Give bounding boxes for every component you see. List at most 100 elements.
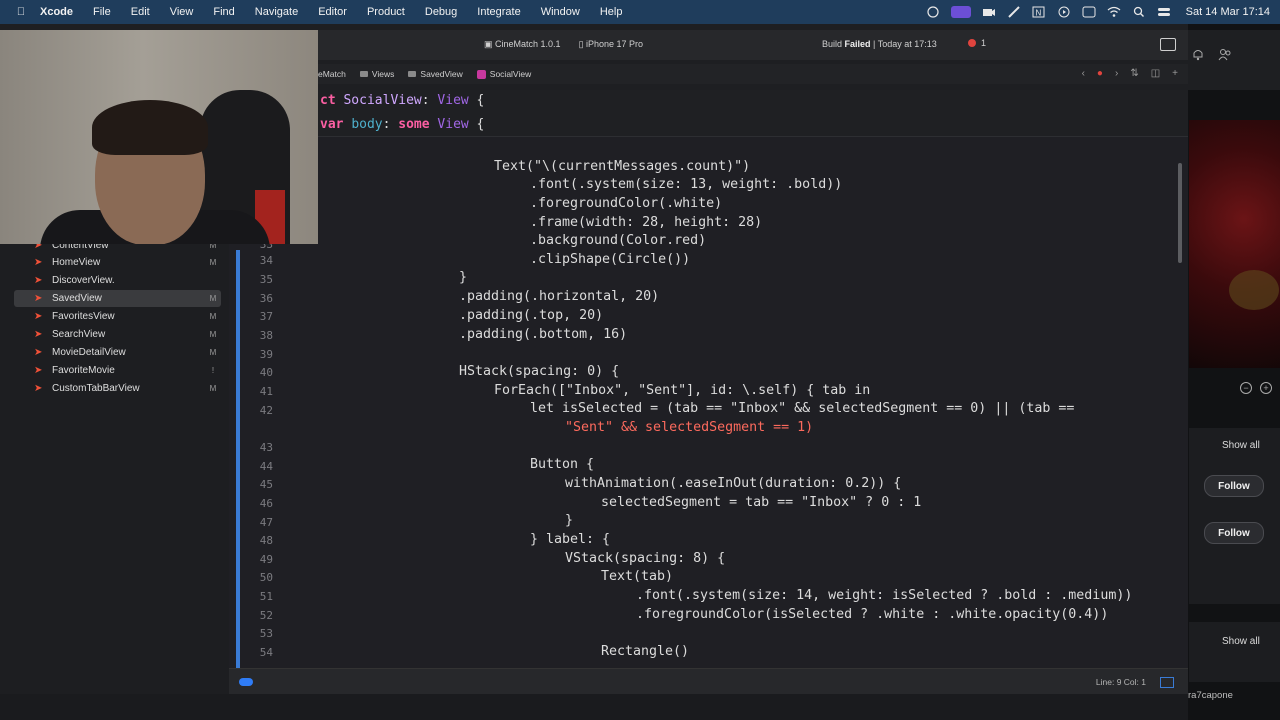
chevron-left-icon[interactable]: ‹ (1082, 68, 1085, 79)
code-line[interactable]: .font(.system(size: 13, weight: .bold)) (530, 177, 842, 192)
code-line[interactable]: .padding(.horizontal, 20) (459, 289, 659, 304)
menu-help[interactable]: Help (600, 6, 623, 18)
menu-app-name[interactable]: Xcode (40, 6, 73, 18)
code-token: SocialView (343, 93, 422, 108)
inspector-toggle-icon[interactable] (1160, 38, 1176, 51)
nav-item-searchview[interactable]: ➤ SearchView M (14, 326, 221, 343)
menu-view[interactable]: View (170, 6, 194, 18)
build-status[interactable]: Build Failed | Today at 17:13 (822, 39, 937, 49)
spotlight-icon[interactable] (1132, 6, 1146, 18)
scheme-selector[interactable]: ▣ CineMatch 1.0.1 ▯ iPhone 17 Pro (484, 39, 643, 50)
menu-debug[interactable]: Debug (425, 6, 457, 18)
code-line[interactable]: withAnimation(.easeInOut(duration: 0.2))… (565, 476, 901, 491)
profile-handle[interactable]: ra7capone (1188, 690, 1233, 701)
code-line[interactable]: "Sent" && selectedSegment == 1) (565, 420, 813, 435)
code-line[interactable]: .foregroundColor(.white) (530, 196, 722, 211)
menu-product[interactable]: Product (367, 6, 405, 18)
pen-icon[interactable] (1007, 6, 1021, 18)
code-line[interactable]: Button { (530, 457, 594, 472)
code-line[interactable]: } (565, 513, 573, 528)
sticky-line-body[interactable]: var body: some View { (320, 117, 484, 132)
menu-find[interactable]: Find (213, 6, 234, 18)
device-label: iPhone 17 Pro (586, 39, 644, 49)
breadcrumb-label: eMatch (318, 69, 346, 79)
menu-clock[interactable]: Sat 14 Mar 17:14 (1186, 6, 1270, 18)
sticky-line-struct[interactable]: ct SocialView: View { (320, 93, 484, 108)
related-items-icon[interactable]: ⇅ (1130, 68, 1138, 79)
code-line[interactable]: .padding(.bottom, 16) (459, 327, 627, 342)
menu-editor[interactable]: Editor (318, 6, 347, 18)
bell-icon[interactable] (1192, 48, 1204, 66)
code-line[interactable]: selectedSegment = tab == "Inbox" ? 0 : 1 (601, 495, 921, 510)
breadcrumb-views[interactable]: Views (359, 69, 394, 79)
follow-button[interactable]: Follow (1204, 475, 1264, 497)
minus-circle-icon[interactable]: − (1240, 382, 1252, 394)
line-number: 49 (259, 553, 273, 566)
line-number: 46 (259, 497, 273, 510)
menu-window[interactable]: Window (541, 6, 580, 18)
code-line[interactable]: let isSelected = (tab == "Inbox" && sele… (530, 401, 1074, 416)
menu-integrate[interactable]: Integrate (477, 6, 520, 18)
debug-area-toggle-icon[interactable] (239, 678, 253, 686)
code-line[interactable]: } (459, 270, 467, 285)
run-destination[interactable]: ▯ iPhone 17 Pro (579, 39, 644, 50)
webcam-overlay (0, 30, 318, 244)
code-line[interactable]: .font(.system(size: 14, weight: isSelect… (636, 588, 1132, 603)
line-number: 54 (259, 646, 273, 659)
code-line[interactable]: Text("\(currentMessages.count)") (494, 159, 750, 174)
sync-icon[interactable] (926, 6, 940, 18)
apple-menu-icon[interactable]:  (14, 6, 28, 18)
code-line[interactable]: .foregroundColor(isSelected ? .white : .… (636, 607, 1108, 622)
show-debug-area-icon[interactable] (1160, 677, 1174, 688)
code-line[interactable]: ForEach(["Inbox", "Sent"], id: \.self) {… (494, 383, 870, 398)
split-editor-icon[interactable]: ◫ (1151, 68, 1160, 79)
code-line[interactable]: Text(tab) (601, 569, 673, 584)
vcs-status: M (209, 384, 217, 393)
error-badge[interactable]: 1 (968, 38, 986, 48)
code-line[interactable]: } label: { (530, 532, 610, 547)
background-window: − + Show all Follow Follow Show all ra7c… (1188, 24, 1280, 720)
nav-item-discoverview[interactable]: ➤ DiscoverView. (14, 272, 221, 289)
show-all-link[interactable]: Show all (1222, 440, 1260, 451)
nav-item-favoritemovie[interactable]: ➤ FavoriteMovie! (14, 362, 221, 379)
follow-button[interactable]: Follow (1204, 522, 1264, 544)
code-line[interactable]: .frame(width: 28, height: 28) (530, 215, 762, 230)
project-navigator: ➤ ContentView M ➤ HomeView M ➤ DiscoverView. … (0, 240, 229, 680)
nav-item-favoritesview[interactable]: ➤ FavoritesView M (14, 308, 221, 325)
line-number: 52 (259, 609, 273, 622)
line-number: 40 (259, 366, 273, 379)
code-line[interactable]: VStack(spacing: 8) { (565, 551, 725, 566)
notion-icon[interactable]: N (1032, 6, 1046, 18)
chevron-right-icon[interactable]: › (1115, 68, 1118, 79)
control-center-icon[interactable] (1157, 6, 1171, 18)
menu-file[interactable]: File (93, 6, 111, 18)
show-all-link[interactable]: Show all (1222, 636, 1260, 647)
camera-icon[interactable] (982, 6, 996, 18)
code-line[interactable]: .background(Color.red) (530, 233, 706, 248)
error-icon[interactable]: ● (1097, 68, 1103, 79)
breadcrumb-socialview[interactable]: SocialView (476, 69, 531, 79)
nav-item-homeview[interactable]: ➤ HomeView M (14, 254, 221, 271)
vcs-status: M (209, 348, 217, 357)
input-source-icon[interactable] (1082, 6, 1096, 18)
code-line[interactable]: HStack(spacing: 0) { (459, 364, 619, 379)
scheme-name[interactable]: ▣ CineMatch 1.0.1 (484, 39, 561, 50)
wifi-icon[interactable] (1107, 6, 1121, 18)
breadcrumb-project[interactable]: eMatch (318, 69, 346, 79)
code-line[interactable]: Rectangle() (601, 644, 689, 659)
code-line[interactable]: .padding(.top, 20) (459, 308, 603, 323)
nav-item-customtabbarview[interactable]: ➤ CustomTabBarView M (14, 380, 221, 397)
people-icon[interactable] (1218, 48, 1232, 66)
plus-circle-icon[interactable]: + (1260, 382, 1272, 394)
nav-item-moviedetailview[interactable]: ➤ MovieDetailView M (14, 344, 221, 361)
nav-item-savedview[interactable]: ➤ SavedView M (14, 290, 221, 307)
breadcrumb-savedview[interactable]: SavedView (408, 69, 463, 79)
menu-navigate[interactable]: Navigate (255, 6, 298, 18)
screen-share-icon[interactable] (950, 6, 971, 18)
code-line[interactable]: .clipShape(Circle()) (530, 252, 690, 267)
editor-scrollbar[interactable] (1178, 163, 1182, 263)
play-icon[interactable] (1057, 6, 1071, 18)
menu-edit[interactable]: Edit (131, 6, 150, 18)
source-editor[interactable]: 33 34 35 36 37 38 39 40 41 42 43 44 45 4… (229, 137, 1188, 668)
add-editor-icon[interactable]: + (1172, 68, 1178, 79)
